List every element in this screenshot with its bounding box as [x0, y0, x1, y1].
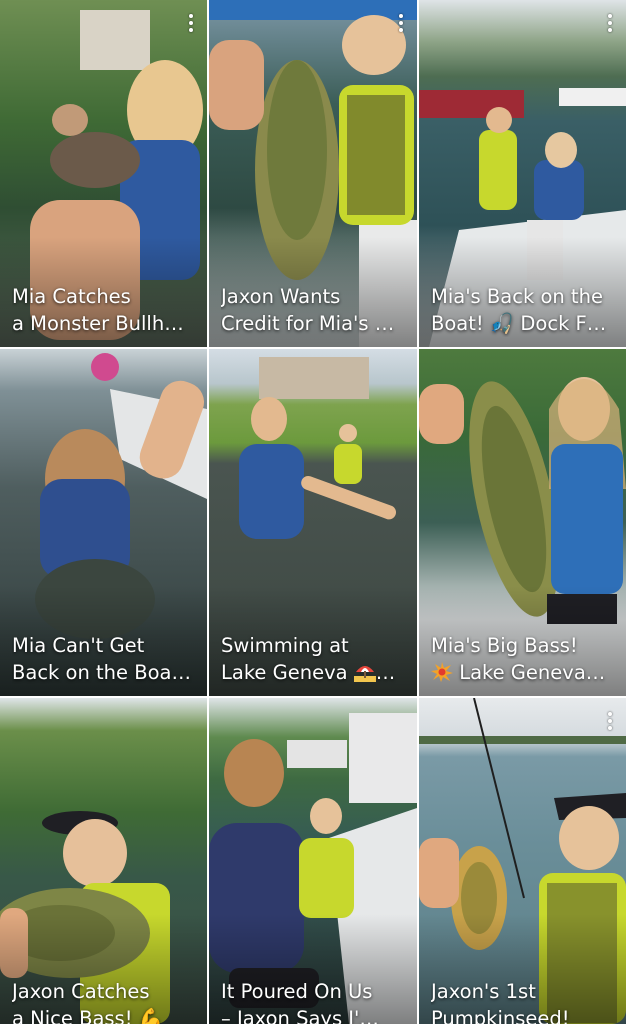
video-title: Jaxon Catches a Nice Bass! 💪 — [12, 980, 164, 1024]
video-title: Mia's Big Bass! Lake Geneva… — [431, 634, 606, 684]
more-vertical-icon[interactable] — [397, 12, 405, 36]
video-title: Mia Can't Get Back on the Boa… — [12, 634, 191, 684]
video-tile[interactable]: Mia's Back on the Boat! 🎣 Dock F… — [419, 0, 626, 347]
video-tile[interactable]: Jaxon Catches a Nice Bass! 💪 — [0, 698, 207, 1024]
video-tile[interactable]: Jaxon Wants Credit for Mia's … — [209, 0, 417, 347]
more-vertical-icon[interactable] — [606, 710, 614, 734]
video-tile[interactable]: It Poured On Us – Jaxon Says I'… — [209, 698, 417, 1024]
video-tile[interactable]: Mia Catches a Monster Bullh… — [0, 0, 207, 347]
video-title: Mia's Back on the Boat! 🎣 Dock F… — [431, 285, 607, 335]
video-title: Mia Catches a Monster Bullh… — [12, 285, 184, 335]
video-title: It Poured On Us – Jaxon Says I'… — [221, 980, 379, 1024]
video-title: Swimming at Lake Geneva … — [221, 634, 396, 684]
shorts-grid: Mia Catches a Monster Bullh… Jaxon Wants… — [0, 0, 626, 1024]
video-title: Jaxon's 1st Pumpkinseed! — [431, 980, 570, 1024]
more-vertical-icon[interactable] — [187, 12, 195, 36]
more-vertical-icon[interactable] — [606, 12, 614, 36]
video-tile[interactable]: Mia Can't Get Back on the Boa… — [0, 349, 207, 696]
video-tile[interactable]: Swimming at Lake Geneva … — [209, 349, 417, 696]
video-tile[interactable]: Jaxon's 1st Pumpkinseed! — [419, 698, 626, 1024]
beach-umbrella-icon — [353, 662, 376, 682]
video-title: Jaxon Wants Credit for Mia's … — [221, 285, 395, 335]
video-tile[interactable]: Mia's Big Bass! Lake Geneva… — [419, 349, 626, 696]
collision-icon — [431, 662, 453, 682]
